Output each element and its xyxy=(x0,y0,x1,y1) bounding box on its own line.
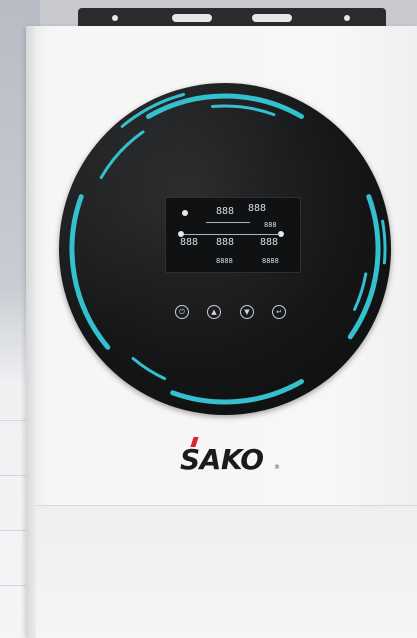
lcd-screen: 888 888 888 888 888 8888 888 8888 xyxy=(165,197,301,273)
bracket-slot xyxy=(172,14,212,22)
ring-arc-segment xyxy=(170,379,304,405)
ring-arc-segment xyxy=(120,93,186,128)
bracket-hole xyxy=(112,15,118,21)
lcd-digits: 888 xyxy=(248,203,267,214)
lcd-digits: 888 xyxy=(216,237,235,248)
bracket-hole xyxy=(344,15,350,21)
ring-arc-segment xyxy=(99,130,145,179)
brand-logo: SAKO xyxy=(180,443,264,476)
up-arrow-icon: ▲ xyxy=(211,307,217,316)
down-button[interactable]: ▼ xyxy=(240,305,254,319)
up-button[interactable]: ▲ xyxy=(207,305,221,319)
lcd-digits: 888 xyxy=(180,237,199,248)
lcd-digits: 8888 xyxy=(216,257,233,265)
registered-mark: ® xyxy=(274,464,280,471)
lcd-indicator-dot xyxy=(182,210,188,216)
inverter-case-edge xyxy=(26,26,36,638)
lcd-digits: 888 xyxy=(264,221,277,229)
power-button[interactable]: ⏻ xyxy=(175,305,189,319)
ring-arc-segment xyxy=(131,357,167,381)
lcd-digits: 888 xyxy=(260,237,279,248)
ring-arc-segment xyxy=(69,194,111,350)
enter-icon: ↵ xyxy=(276,307,282,316)
ring-arc-segment xyxy=(381,219,387,265)
lcd-flow-line xyxy=(206,222,250,223)
down-arrow-icon: ▼ xyxy=(244,307,250,316)
enter-button[interactable]: ↵ xyxy=(272,305,286,319)
lcd-digits: 8888 xyxy=(262,257,279,265)
power-icon: ⏻ xyxy=(179,307,185,316)
lcd-digits: 888 xyxy=(216,206,235,217)
ring-arc-segment xyxy=(353,272,368,311)
inverter-lower-panel xyxy=(36,505,417,638)
ring-arc-segment xyxy=(347,194,381,340)
lcd-flow-line xyxy=(184,234,280,235)
ring-arc-segment xyxy=(211,104,276,117)
bracket-slot xyxy=(252,14,292,22)
